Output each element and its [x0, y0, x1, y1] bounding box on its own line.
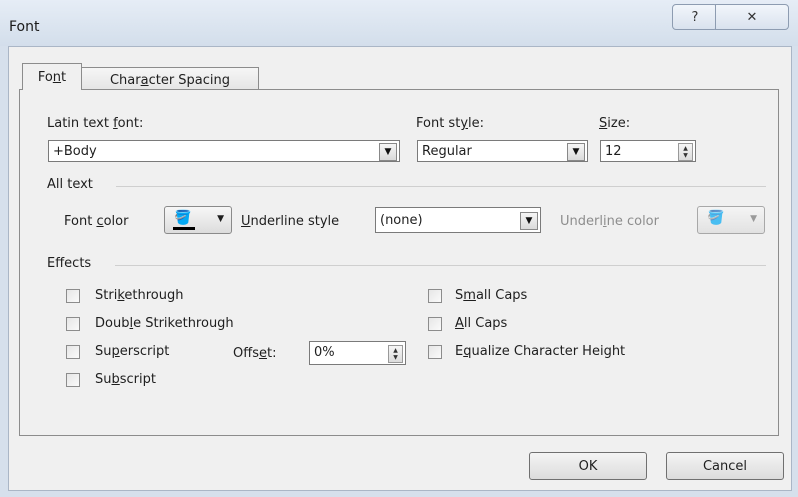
size-value: 12 — [605, 144, 622, 159]
equalize-height-label: Equalize Character Height — [455, 344, 626, 359]
underline-style-value: (none) — [380, 213, 423, 228]
tab-font[interactable]: Font — [22, 63, 82, 90]
font-color-label: Font color — [64, 214, 129, 229]
underline-style-label: Underline style — [241, 214, 340, 229]
double-strikethrough-label: Double Strikethrough — [95, 316, 234, 331]
chevron-down-icon[interactable]: ▼ — [379, 143, 397, 161]
window-title: Font — [9, 19, 40, 35]
all-caps-checkbox[interactable] — [428, 317, 442, 331]
offset-value: 0% — [314, 345, 335, 360]
subscript-checkbox[interactable] — [66, 373, 80, 387]
small-caps-checkbox[interactable] — [428, 289, 442, 303]
double-strikethrough-checkbox[interactable] — [66, 317, 80, 331]
strikethrough-label: Strikethrough — [95, 288, 184, 303]
effects-group-label: Effects — [47, 256, 92, 271]
size-spinner[interactable]: 12 ▲ ▼ — [600, 140, 696, 162]
superscript-checkbox[interactable] — [66, 345, 80, 359]
help-button[interactable]: ? — [672, 4, 718, 30]
small-caps-label: Small Caps — [455, 288, 528, 303]
underline-color-button[interactable]: 🪣 ▼ — [697, 206, 765, 234]
paint-bucket-icon: 🪣 — [174, 210, 192, 226]
latin-font-dropdown[interactable]: +Body ▼ — [48, 140, 400, 162]
underline-style-dropdown[interactable]: (none) ▼ — [375, 207, 541, 233]
all-caps-label: All Caps — [455, 316, 508, 331]
size-label: Size: — [599, 116, 631, 131]
spinner-arrows-icon[interactable]: ▲ ▼ — [678, 143, 693, 161]
help-icon: ? — [691, 9, 699, 25]
superscript-label: Superscript — [95, 344, 170, 359]
font-style-value: Regular — [422, 144, 472, 159]
cancel-button[interactable]: Cancel — [666, 452, 784, 480]
font-style-label: Font style: — [416, 116, 485, 131]
spinner-arrows-icon[interactable]: ▲ ▼ — [388, 345, 403, 363]
offset-label: Offset: — [233, 346, 277, 361]
underline-color-label: Underline color — [560, 214, 659, 229]
strikethrough-checkbox[interactable] — [66, 289, 80, 303]
close-icon: ✕ — [746, 9, 758, 25]
chevron-down-icon[interactable]: ▼ — [567, 143, 585, 161]
font-style-dropdown[interactable]: Regular ▼ — [417, 140, 588, 162]
title-bar: Font ? ✕ — [0, 0, 798, 46]
dialog-body: Font Character Spacing Latin text font: … — [8, 46, 792, 491]
font-color-swatch — [173, 227, 195, 230]
tab-font-label: Font — [37, 69, 67, 85]
chevron-down-icon[interactable]: ▼ — [520, 212, 538, 230]
all-text-divider — [116, 186, 766, 187]
ok-button[interactable]: OK — [529, 452, 647, 480]
effects-divider — [115, 265, 766, 266]
equalize-height-checkbox[interactable] — [428, 345, 442, 359]
font-color-button[interactable]: 🪣 ▼ — [164, 206, 232, 234]
offset-spinner[interactable]: 0% ▲ ▼ — [309, 341, 406, 365]
latin-font-value: +Body — [53, 144, 97, 159]
chevron-down-icon: ▼ — [750, 214, 757, 224]
chevron-down-icon: ▼ — [217, 214, 224, 224]
paint-bucket-icon: 🪣 — [707, 210, 725, 226]
close-button[interactable]: ✕ — [715, 4, 789, 30]
tab-character-spacing-label: Character Spacing — [109, 72, 231, 88]
font-tab-panel: Latin text font: +Body ▼ Font style: Reg… — [19, 89, 779, 436]
subscript-label: Subscript — [95, 372, 156, 387]
all-text-group-label: All text — [47, 177, 93, 192]
latin-font-label: Latin text font: — [47, 116, 144, 131]
